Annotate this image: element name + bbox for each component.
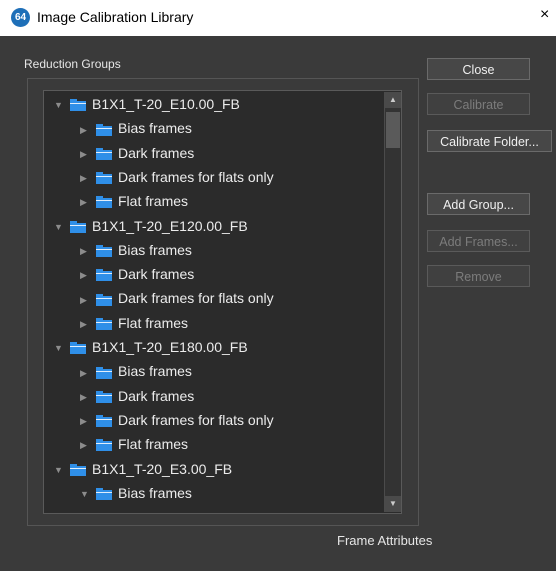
tree-group-item[interactable]: ▼ B1X1_T-20_E180.00_FB: [54, 335, 248, 359]
tree-subitem[interactable]: ▶ Bias frames: [80, 359, 192, 383]
frame-attributes-label: Frame Attributes: [337, 533, 433, 548]
scroll-down-icon[interactable]: ▼: [385, 496, 401, 512]
tree-scrollbar[interactable]: ▲ ▼: [384, 92, 401, 512]
folder-icon: [96, 439, 112, 452]
tree-item-label: Dark frames: [118, 266, 195, 283]
tree-subitem[interactable]: ▶ Dark frames: [80, 262, 194, 286]
tree-item-label: B1X1_T-20_E10.00_FB: [92, 96, 240, 112]
window-title: Image Calibration Library: [37, 9, 194, 25]
tree-subitem[interactable]: ▶ Dark frames for flats only: [80, 408, 274, 432]
tree-item-label: Bias frames: [118, 241, 192, 258]
folder-icon: [96, 488, 112, 501]
tree-item-label: Dark frames for flats only: [118, 168, 274, 185]
tree-subitem[interactable]: ▶ Dark frames: [80, 384, 194, 408]
expand-arrow-right-icon[interactable]: ▶: [80, 288, 92, 312]
folder-icon: [96, 245, 112, 258]
expand-arrow-right-icon[interactable]: ▶: [80, 433, 92, 457]
remove-button[interactable]: Remove: [427, 265, 530, 287]
folder-icon: [96, 123, 112, 136]
tree-item-label: B1X1_T-20_E3.00_FB: [92, 460, 233, 477]
tree-subitem[interactable]: ▼ Bias frames: [80, 481, 192, 505]
folder-icon: [96, 317, 112, 330]
reduction-groups-label: Reduction Groups: [24, 57, 121, 71]
reduction-groups-tree[interactable]: ▼ B1X1_T-20_E10.00_FB ▶ Bias frames ▶ Dark fr…: [43, 90, 402, 514]
tree-group-item[interactable]: ▼ B1X1_T-20_E3.00_FB: [54, 457, 232, 481]
folder-icon: [96, 196, 112, 209]
tree-subitem[interactable]: ▶ Dark frames for flats only: [80, 165, 274, 189]
expand-arrow-right-icon[interactable]: ▶: [80, 166, 92, 190]
scroll-up-icon[interactable]: ▲: [385, 92, 401, 108]
folder-icon: [96, 269, 112, 282]
close-button[interactable]: Close: [427, 58, 530, 80]
tree-item-label: B1X1_T-20_E180.00_FB: [92, 339, 248, 355]
expand-arrow-right-icon[interactable]: ▶: [80, 263, 92, 287]
tree-subitem[interactable]: ▶ Dark frames for flats only: [80, 286, 274, 310]
tree-item-label: Dark frames: [118, 144, 195, 161]
expand-arrow-right-icon[interactable]: ▶: [80, 142, 92, 166]
tree-item-label: Dark frames: [118, 387, 195, 404]
expand-arrow-down-icon[interactable]: ▼: [54, 93, 66, 117]
tree-group-item[interactable]: ▼ B1X1_T-20_E10.00_FB: [54, 92, 240, 116]
expand-arrow-right-icon[interactable]: ▶: [80, 361, 92, 385]
title-bar: 64 Image Calibration Library ×: [0, 0, 556, 36]
expand-arrow-right-icon[interactable]: ▶: [80, 239, 92, 263]
add-frames-button[interactable]: Add Frames...: [427, 230, 530, 252]
folder-icon: [70, 463, 86, 476]
tree-group-item[interactable]: ▼ B1X1_T-20_E120.00_FB: [54, 214, 248, 238]
folder-icon: [70, 220, 86, 233]
expand-arrow-down-icon[interactable]: ▼: [54, 215, 66, 239]
folder-icon: [96, 415, 112, 428]
folder-icon: [96, 366, 112, 379]
expand-arrow-down-icon[interactable]: ▼: [54, 336, 66, 360]
app-icon: 64: [11, 8, 30, 27]
expand-arrow-right-icon[interactable]: ▶: [80, 409, 92, 433]
folder-icon: [96, 390, 112, 403]
folder-icon: [96, 293, 112, 306]
expand-arrow-right-icon[interactable]: ▶: [80, 385, 92, 409]
folder-icon: [70, 99, 86, 112]
calibrate-folder-button[interactable]: Calibrate Folder...: [427, 130, 552, 152]
expand-arrow-right-icon[interactable]: ▶: [80, 190, 92, 214]
tree-item-label: B1X1_T-20_E120.00_FB: [92, 217, 248, 234]
tree-subitem[interactable]: ▶ Flat frames: [80, 311, 188, 335]
tree-item-label: Bias frames: [118, 484, 192, 501]
tree-subitem[interactable]: ▶ Bias frames: [80, 116, 192, 140]
tree-item-label: Flat frames: [118, 193, 189, 210]
expand-arrow-right-icon[interactable]: ▶: [80, 118, 92, 142]
folder-icon: [96, 147, 112, 160]
expand-arrow-right-icon[interactable]: ▶: [80, 312, 92, 336]
tree-item-label: Bias frames: [118, 120, 192, 137]
tree-item-label: Dark frames for flats only: [118, 290, 274, 307]
tree-item-label: Flat frames: [118, 436, 189, 453]
dialog-body: Reduction Groups ▼ B1X1_T-20_E10.00_FB ▶ Bi…: [0, 36, 556, 571]
tree-subitem[interactable]: ▶ Dark frames: [80, 141, 194, 165]
tree-subitem[interactable]: ▶ Flat frames: [80, 432, 188, 456]
expand-arrow-down-icon[interactable]: ▼: [80, 482, 92, 506]
tree-item-label: Bias frames: [118, 363, 192, 380]
tree-subitem[interactable]: ▶ Flat frames: [80, 189, 188, 213]
add-group-button[interactable]: Add Group...: [427, 193, 530, 215]
tree-subitem[interactable]: ▶ Bias frames: [80, 238, 192, 262]
folder-icon: [70, 342, 86, 355]
tree-item-label: Dark frames for flats only: [118, 411, 274, 428]
expand-arrow-down-icon[interactable]: ▼: [54, 458, 66, 482]
folder-icon: [96, 172, 112, 185]
calibrate-button[interactable]: Calibrate: [427, 93, 530, 115]
tree-item-label: Flat frames: [118, 314, 189, 331]
scroll-thumb[interactable]: [386, 112, 400, 148]
close-window-icon[interactable]: ×: [540, 6, 549, 24]
